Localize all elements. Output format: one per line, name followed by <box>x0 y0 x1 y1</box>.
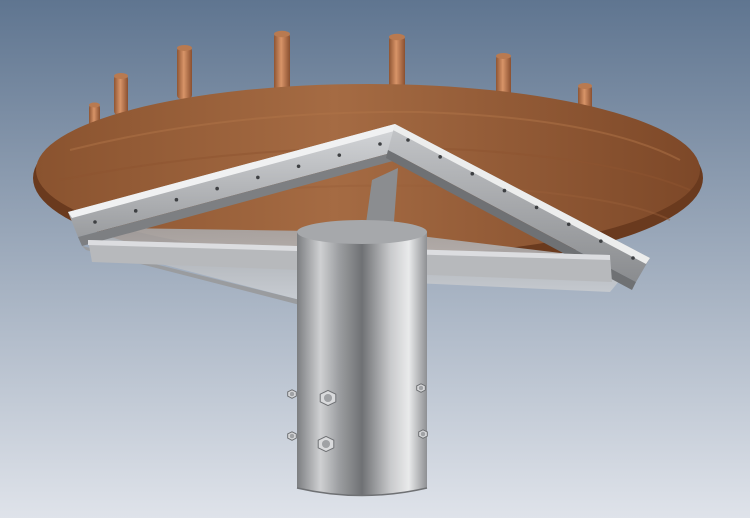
beam-hole <box>337 153 342 157</box>
hex-bolt <box>418 429 428 439</box>
hex-bolt <box>319 389 337 407</box>
beam-hole <box>599 239 603 243</box>
beam-hole <box>93 220 97 224</box>
beam-hole <box>470 171 475 176</box>
beam-hole <box>256 175 260 180</box>
beam-hole <box>566 222 571 227</box>
steel-tube <box>296 220 428 497</box>
beam-hole <box>378 142 382 146</box>
hex-bolt <box>287 431 297 441</box>
beam-hole <box>406 138 410 142</box>
hex-bolt <box>416 383 426 393</box>
beam-hole <box>438 155 442 159</box>
beam-hole <box>174 197 179 202</box>
beam-hole <box>296 164 301 169</box>
beam-hole <box>631 256 635 260</box>
beam-hole <box>215 186 219 191</box>
wooden-pin <box>177 45 192 99</box>
render-canvas <box>0 0 750 518</box>
beam-hole <box>502 188 507 193</box>
hex-bolt <box>287 389 297 399</box>
wooden-pin <box>274 30 290 93</box>
wooden-pin <box>114 73 128 115</box>
beam-hole <box>534 205 539 210</box>
beam-hole <box>133 209 138 213</box>
hex-bolt <box>317 435 335 453</box>
cad-render-scene <box>0 0 750 518</box>
